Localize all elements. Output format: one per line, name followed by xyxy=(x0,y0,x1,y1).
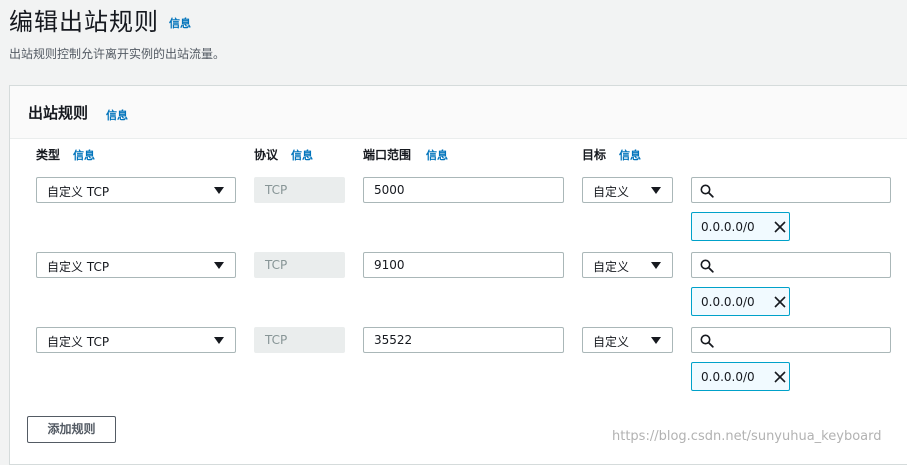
caret-down-icon xyxy=(651,262,661,269)
page-description: 出站规则控制允许离开实例的出站流量。 xyxy=(9,47,226,61)
column-protocol-label: 协议 xyxy=(254,148,279,162)
rule-destination-select[interactable]: 自定义 xyxy=(582,327,673,353)
cidr-token: 0.0.0.0/0 xyxy=(691,362,790,391)
caret-down-icon xyxy=(651,337,661,344)
add-rule-button[interactable]: 添加规则 xyxy=(27,416,116,443)
column-port-range-label: 端口范围 xyxy=(363,148,412,162)
close-icon[interactable] xyxy=(771,368,789,386)
rule-type-value: 自定义 TCP xyxy=(47,260,110,274)
column-destination-label: 目标 xyxy=(582,148,607,162)
column-destination-info-link[interactable]: 信息 xyxy=(619,147,641,163)
column-protocol-info-link[interactable]: 信息 xyxy=(291,147,313,163)
rule-type-select[interactable]: 自定义 TCP xyxy=(36,327,236,353)
close-icon[interactable] xyxy=(771,218,789,236)
watermark-text: https://blog.csdn.net/sunyuhua_keyboard xyxy=(612,429,882,444)
rule-destination-value: 自定义 xyxy=(593,335,630,349)
column-type-info-link[interactable]: 信息 xyxy=(73,147,95,163)
search-icon xyxy=(700,333,714,348)
rule-port-range-input[interactable] xyxy=(363,327,564,353)
rule-protocol-value: TCP xyxy=(265,183,288,197)
rule-type-select[interactable]: 自定义 TCP xyxy=(36,252,236,278)
rule-port-range-input[interactable] xyxy=(363,252,564,278)
column-type-label: 类型 xyxy=(36,148,61,162)
rule-cidr-search-input[interactable] xyxy=(691,177,891,203)
column-port-range-info-link[interactable]: 信息 xyxy=(426,147,448,163)
rule-protocol-value: TCP xyxy=(265,258,288,272)
close-icon[interactable] xyxy=(771,293,789,311)
cidr-token-value: 0.0.0.0/0 xyxy=(701,370,755,384)
cidr-token: 0.0.0.0/0 xyxy=(691,287,790,316)
rule-destination-select[interactable]: 自定义 xyxy=(582,252,673,278)
rule-cidr-search-input[interactable] xyxy=(691,252,891,278)
search-icon xyxy=(700,258,714,273)
page-title-info-link[interactable]: 信息 xyxy=(169,15,191,31)
panel-header: 出站规则 信息 xyxy=(10,86,907,139)
rule-type-value: 自定义 TCP xyxy=(47,335,110,349)
rule-protocol-value: TCP xyxy=(265,333,288,347)
cidr-token: 0.0.0.0/0 xyxy=(691,212,790,241)
rule-destination-select[interactable]: 自定义 xyxy=(582,177,673,203)
caret-down-icon xyxy=(651,187,661,194)
panel-title: 出站规则 xyxy=(28,104,89,122)
cidr-token-value: 0.0.0.0/0 xyxy=(701,295,755,309)
rule-port-range-input[interactable] xyxy=(363,177,564,203)
caret-down-icon xyxy=(214,262,224,269)
rule-protocol-field: TCP xyxy=(254,327,345,353)
rule-type-value: 自定义 TCP xyxy=(47,185,110,199)
panel-info-link[interactable]: 信息 xyxy=(106,107,128,123)
cidr-token-value: 0.0.0.0/0 xyxy=(701,220,755,234)
rule-type-select[interactable]: 自定义 TCP xyxy=(36,177,236,203)
rule-cidr-search-input[interactable] xyxy=(691,327,891,353)
rule-destination-value: 自定义 xyxy=(593,185,630,199)
caret-down-icon xyxy=(214,337,224,344)
rule-protocol-field: TCP xyxy=(254,252,345,278)
rule-destination-value: 自定义 xyxy=(593,260,630,274)
rule-protocol-field: TCP xyxy=(254,177,345,203)
search-icon xyxy=(700,183,714,198)
page-title: 编辑出站规则 xyxy=(9,8,159,36)
caret-down-icon xyxy=(214,187,224,194)
